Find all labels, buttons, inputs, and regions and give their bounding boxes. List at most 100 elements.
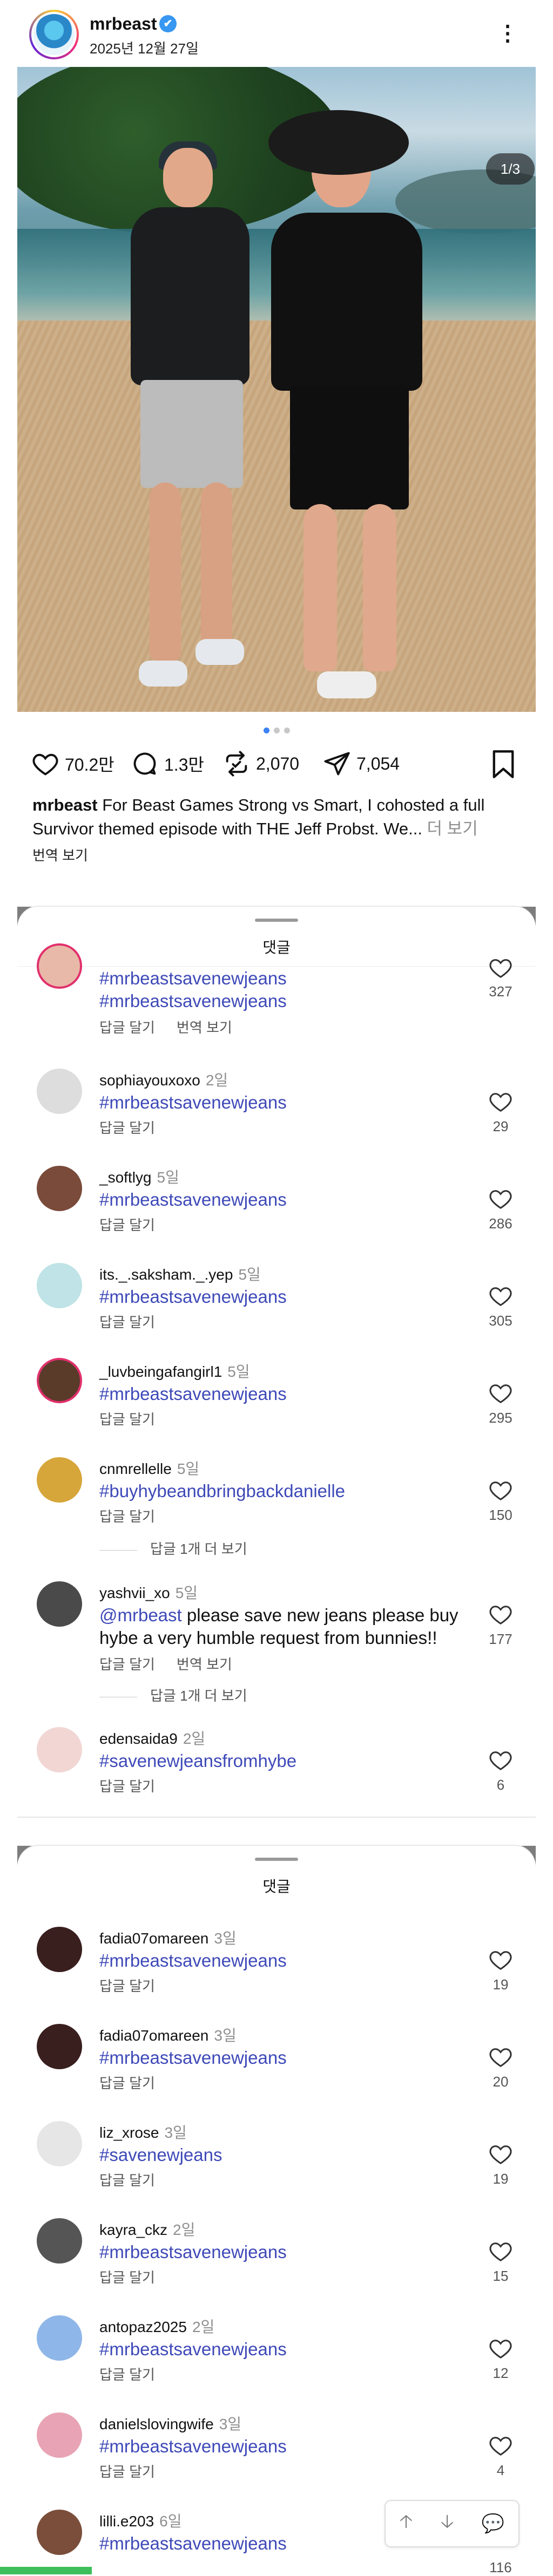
chat-bubble-icon[interactable]: 💬 <box>482 2513 504 2534</box>
comment-avatar[interactable] <box>37 1069 82 1114</box>
heart-icon[interactable] <box>487 1602 514 1627</box>
hashtag-link[interactable]: #mrbeastsavenewjeans <box>99 2533 287 2553</box>
comment-avatar[interactable] <box>37 1166 82 1211</box>
arrow-up-icon[interactable]: 🡡 <box>400 2509 413 2539</box>
comment-username[interactable]: antopaz2025 2일 <box>99 2315 214 2337</box>
more-options-icon[interactable]: ⋮ <box>497 18 518 51</box>
heart-icon[interactable] <box>487 1089 514 1114</box>
comment-avatar[interactable] <box>37 1358 82 1403</box>
hashtag-link[interactable]: #savenewjeans <box>99 2145 222 2165</box>
comment-username[interactable]: sophiayouxoxo 2일 <box>99 1069 228 1090</box>
hashtag-link[interactable]: #buyhybeandbringbackdanielle <box>99 1481 345 1501</box>
heart-icon[interactable] <box>487 2239 514 2264</box>
caption-username[interactable]: mrbeast <box>32 796 98 814</box>
like-button[interactable]: 70.2만 <box>31 745 114 783</box>
comment-item: antopaz2025 2일 #mrbeastsavenewjeans 답글 달기… <box>17 2315 536 2391</box>
hashtag-link[interactable]: #mrbeastsavenewjeans <box>99 1287 287 1307</box>
reply-link[interactable]: 답글 달기 <box>99 1019 155 1036</box>
hashtag-link[interactable]: #mrbeastsavenewjeans #mrbeastsavenewjean… <box>99 968 287 1011</box>
comment-avatar[interactable] <box>37 2315 82 2361</box>
reply-link[interactable]: 답글 달기 <box>99 1656 155 1673</box>
comment-avatar[interactable] <box>37 1457 82 1503</box>
carousel-dot-active[interactable] <box>263 728 269 733</box>
comment-avatar[interactable] <box>37 2218 82 2264</box>
post-username[interactable]: mrbeast <box>90 14 157 34</box>
comment-avatar[interactable] <box>37 1581 82 1627</box>
hashtag-link[interactable]: #mrbeastsavenewjeans <box>99 1384 287 1404</box>
carousel-dot[interactable] <box>284 728 290 733</box>
comment-username[interactable]: liz_xrose 3일 <box>99 2121 187 2143</box>
comment-avatar[interactable] <box>37 2121 82 2166</box>
reply-link[interactable]: 답글 달기 <box>99 2364 155 2384</box>
comment-username[interactable]: yashvii_xo 5일 <box>99 1581 198 1603</box>
hashtag-link[interactable]: #mrbeastsavenewjeans <box>99 2339 287 2359</box>
hashtag-link[interactable]: #mrbeastsavenewjeans <box>99 1092 287 1112</box>
profile-avatar[interactable] <box>29 10 79 59</box>
comment-avatar[interactable] <box>37 2412 82 2458</box>
hashtag-link[interactable]: #mrbeastsavenewjeans <box>99 1950 287 1970</box>
comment-avatar[interactable] <box>37 2024 82 2069</box>
caption-translate-link[interactable]: 번역 보기 <box>32 845 88 865</box>
bookmark-icon[interactable] <box>489 749 517 779</box>
reply-link[interactable]: 답글 달기 <box>99 1776 155 1796</box>
comment-username[interactable]: cnmrellelle 5일 <box>99 1457 199 1479</box>
hashtag-link[interactable]: #mrbeastsavenewjeans <box>99 2436 287 2456</box>
reply-link[interactable]: 답글 달기 <box>99 2072 155 2092</box>
hashtag-link[interactable]: #mrbeastsavenewjeans <box>99 1190 287 1209</box>
reply-link[interactable]: 답글 달기 <box>99 2170 155 2190</box>
like-count: 70.2만 <box>65 755 114 774</box>
heart-icon[interactable] <box>487 1947 514 1972</box>
reply-link[interactable]: 답글 달기 <box>99 1506 155 1526</box>
hashtag-link[interactable]: #mrbeastsavenewjeans <box>99 2048 287 2068</box>
divider <box>17 966 536 967</box>
hashtag-link[interactable]: #savenewjeansfromhybe <box>99 1751 296 1771</box>
reply-link[interactable]: 답글 달기 <box>99 1975 155 1995</box>
heart-icon[interactable] <box>487 1381 514 1405</box>
comment-avatar[interactable] <box>37 943 82 989</box>
heart-icon[interactable] <box>487 1748 514 1772</box>
view-more-replies[interactable]: 답글 1개 더 보기 <box>99 1538 247 1558</box>
reply-link[interactable]: 답글 달기 <box>99 2461 155 2481</box>
comment-avatar[interactable] <box>37 1727 82 1772</box>
share-button[interactable]: 7,054 <box>323 745 400 783</box>
comment-username[interactable]: fadia07omareen 3일 <box>99 2024 237 2045</box>
arrow-down-icon[interactable]: 🡣 <box>441 2509 454 2539</box>
view-more-replies[interactable]: 답글 1개 더 보기 <box>99 1685 247 1705</box>
comment-username[interactable]: danielslovingwife 3일 <box>99 2412 241 2434</box>
comment-avatar[interactable] <box>37 2510 82 2555</box>
heart-icon[interactable] <box>487 1283 514 1308</box>
heart-icon[interactable] <box>487 955 514 980</box>
reply-link[interactable]: 답글 달기 <box>99 1214 155 1234</box>
comment-actions: 답글 달기 번역 보기 <box>99 1017 254 1037</box>
reply-link[interactable]: 답글 달기 <box>99 1409 155 1429</box>
carousel-dot[interactable] <box>273 728 280 733</box>
reply-link[interactable]: 답글 달기 <box>99 1117 155 1137</box>
heart-icon[interactable] <box>487 2044 514 2069</box>
comment-username[interactable]: kayra_ckz 2일 <box>99 2218 195 2240</box>
translate-link[interactable]: 번역 보기 <box>177 1656 232 1673</box>
hashtag-link[interactable]: #mrbeastsavenewjeans <box>99 2242 287 2262</box>
heart-icon[interactable] <box>487 1478 514 1503</box>
comment-username[interactable]: _softlyg 5일 <box>99 1166 179 1187</box>
heart-icon[interactable] <box>487 2433 514 2458</box>
post-photo[interactable]: 1/3 <box>17 67 536 712</box>
heart-icon[interactable] <box>487 2142 514 2166</box>
comment-username[interactable]: lilli.e203 6일 <box>99 2510 182 2531</box>
comment-username[interactable]: edensaida9 2일 <box>99 1727 205 1749</box>
comment-username[interactable]: _luvbeingafangirl1 5일 <box>99 1360 250 1382</box>
translate-link[interactable]: 번역 보기 <box>177 1019 232 1036</box>
heart-icon[interactable] <box>487 1186 514 1211</box>
sheet-grip-handle[interactable] <box>255 1858 298 1861</box>
heart-icon[interactable] <box>487 2336 514 2361</box>
mention-link[interactable]: @mrbeast <box>99 1605 182 1625</box>
reply-link[interactable]: 답글 달기 <box>99 2267 155 2287</box>
repost-button[interactable]: 2,070 <box>222 745 299 783</box>
comment-button[interactable]: 1.3만 <box>131 745 204 783</box>
comment-avatar[interactable] <box>37 1927 82 1972</box>
reply-link[interactable]: 답글 달기 <box>99 1311 155 1331</box>
comment-avatar[interactable] <box>37 1263 82 1308</box>
sheet-grip-handle[interactable] <box>255 919 298 922</box>
comment-username[interactable]: its._.saksham._.yep 5일 <box>99 1263 261 1284</box>
caption-more-link[interactable]: 더 보기 <box>422 819 478 838</box>
comment-username[interactable]: fadia07omareen 3일 <box>99 1927 237 1948</box>
